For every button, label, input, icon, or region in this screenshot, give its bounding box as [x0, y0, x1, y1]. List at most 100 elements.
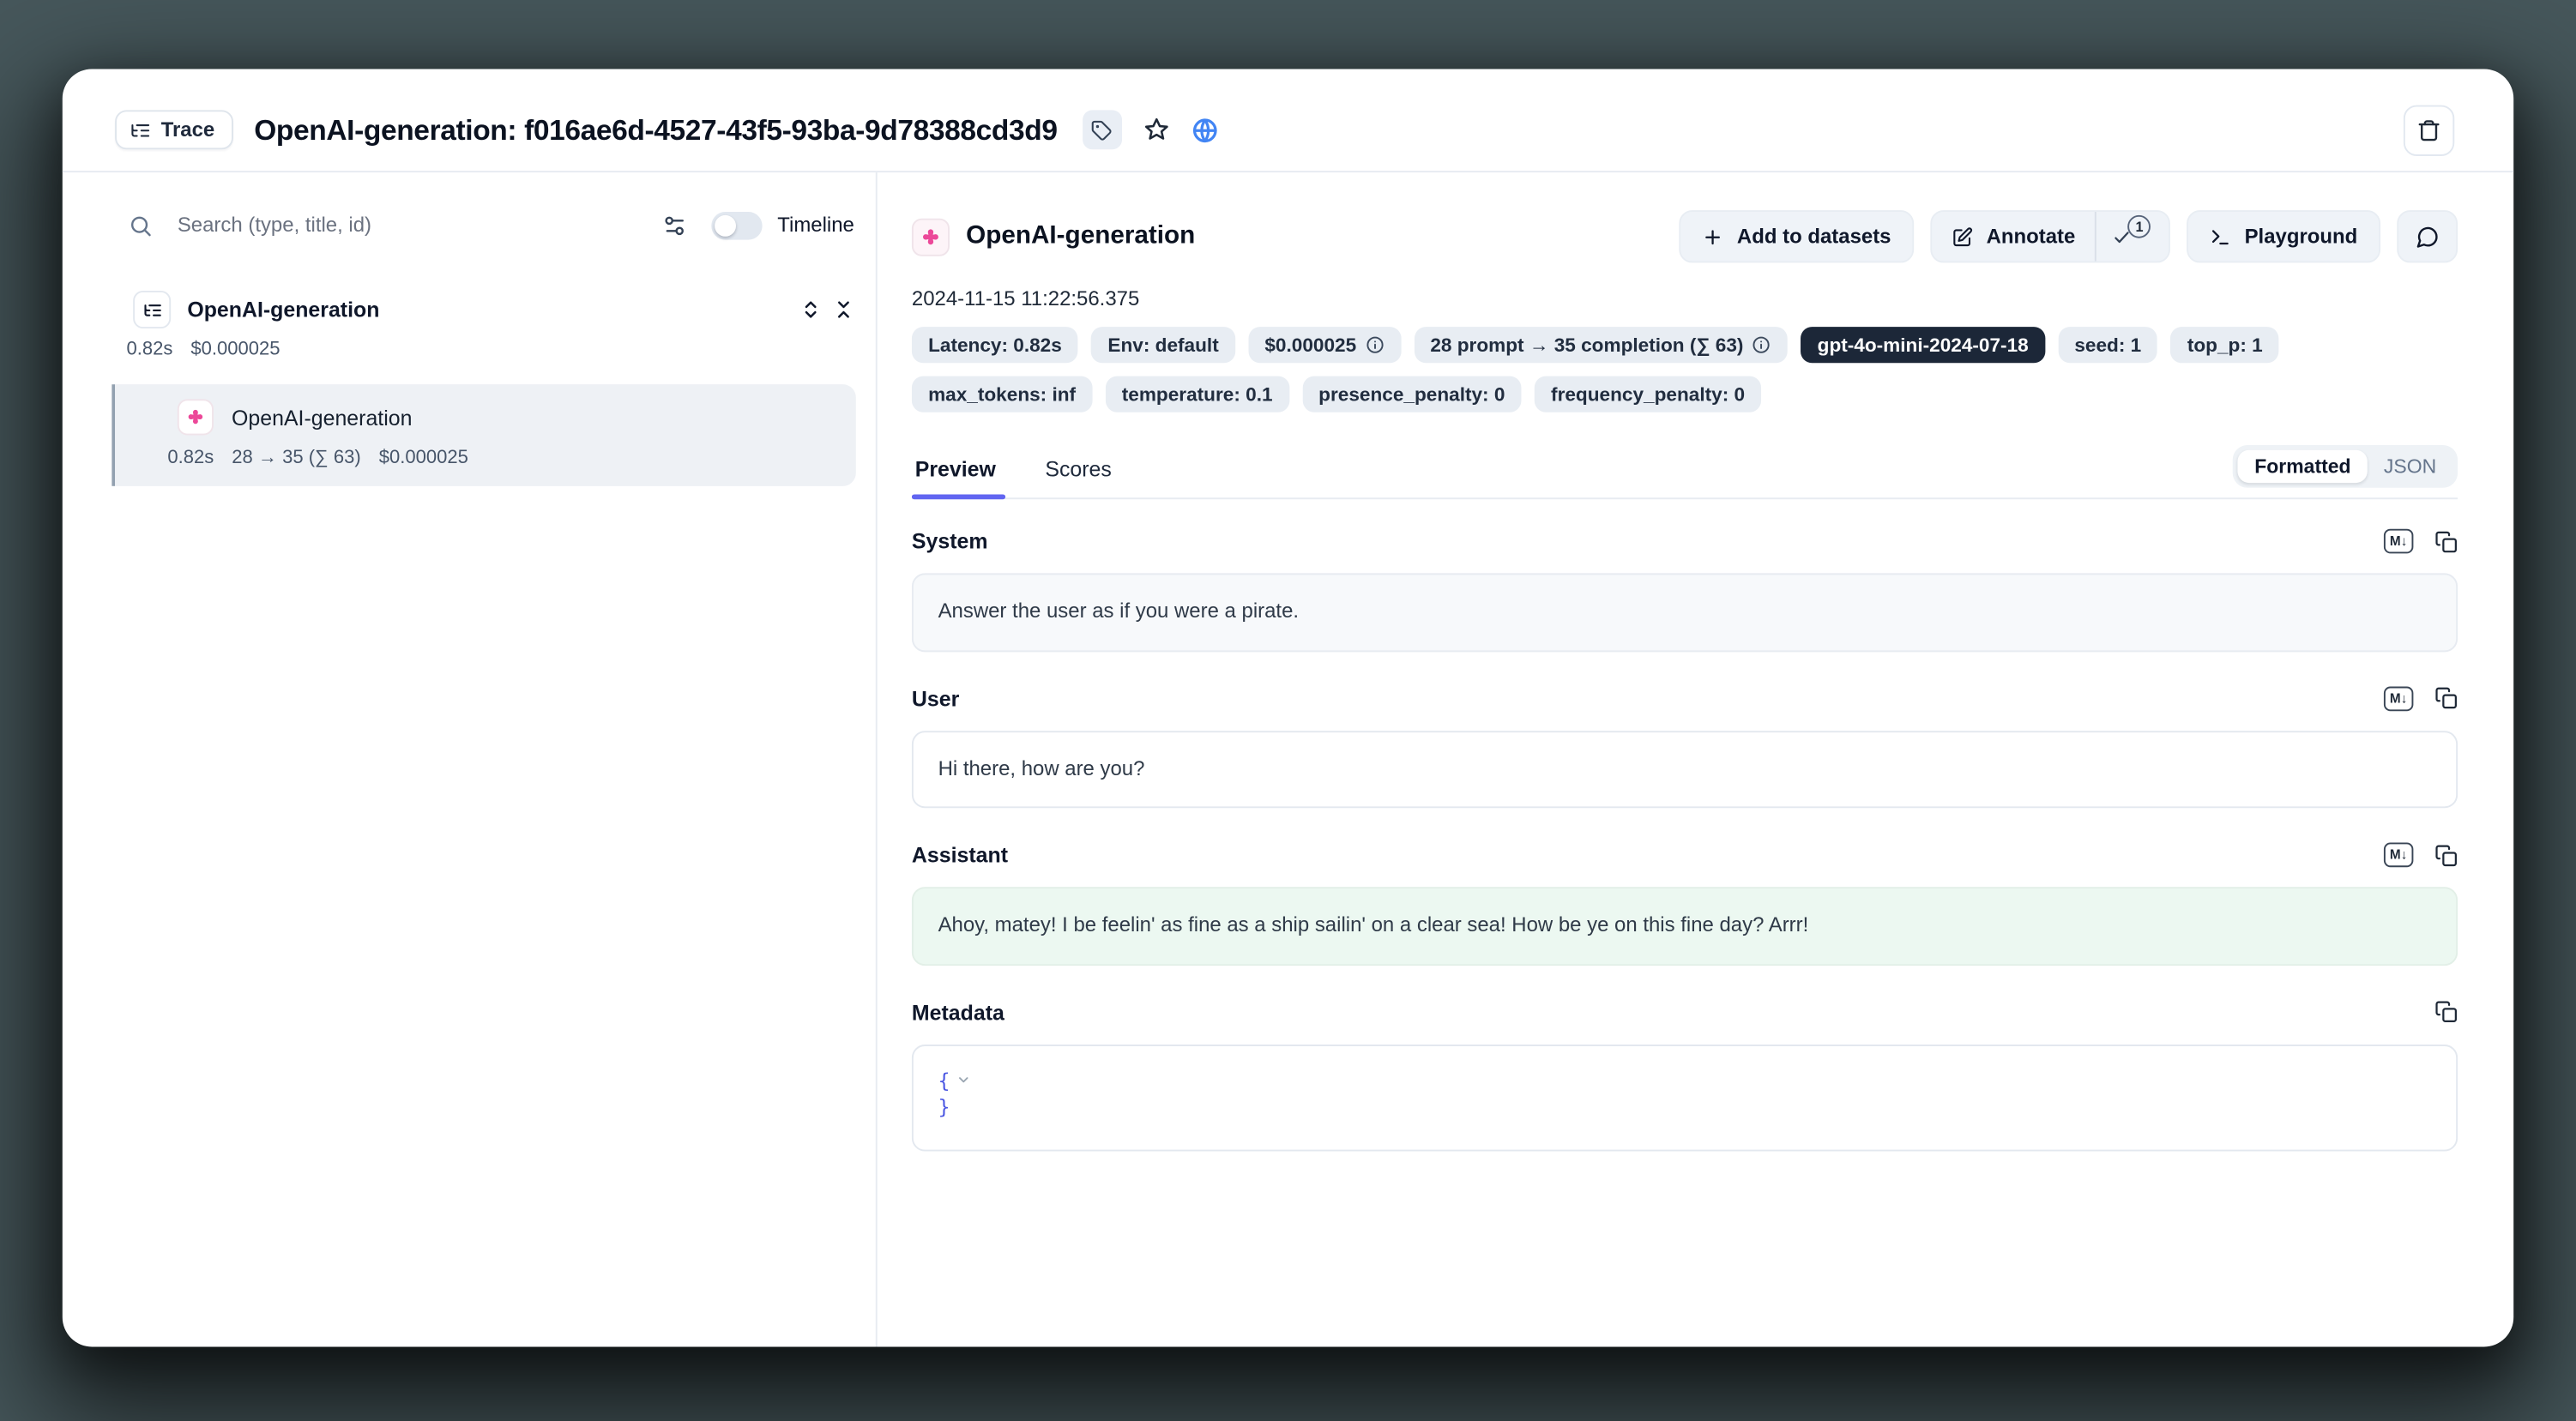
badges-row-1: Latency: 0.82s Env: default $0.000025 28…	[912, 327, 2458, 363]
list-tree-icon	[142, 300, 162, 320]
observation-title: OpenAI-generation	[966, 222, 1195, 251]
tab-preview[interactable]: Preview	[912, 440, 999, 497]
model-badge[interactable]: gpt-4o-mini-2024-07-18	[1801, 327, 2044, 363]
observation-title-row: OpenAI-generation Add to datasets	[912, 210, 2458, 262]
tree-root-meta: 0.82s $0.000025	[63, 340, 854, 359]
annotation-count-badge: 1	[2128, 215, 2151, 238]
metadata-section-head: Metadata	[912, 999, 2458, 1024]
open-brace: {	[938, 1067, 950, 1094]
info-icon	[1752, 335, 1771, 355]
timeline-toggle[interactable]	[712, 211, 763, 239]
pencil-square-icon	[1952, 226, 1973, 247]
latency-badge: Latency: 0.82s	[912, 327, 1078, 363]
env-badge: Env: default	[1091, 327, 1235, 363]
generation-node-iconbox	[178, 399, 214, 435]
page-title: OpenAI-generation: f016ae6d-4527-43f5-93…	[254, 112, 1057, 147]
globe-icon	[1191, 116, 1219, 144]
top-p-badge: top_p: 1	[2171, 327, 2279, 363]
badges-row-2: max_tokens: inf temperature: 0.1 presenc…	[912, 376, 2458, 412]
tree-root-label: OpenAI-generation	[187, 298, 379, 322]
annotation-queue-dropdown[interactable]: 1	[2096, 212, 2169, 261]
comments-button[interactable]	[2397, 210, 2458, 262]
system-label: System	[912, 529, 988, 554]
tree-search-row: Search (type, title, id) Timeline	[63, 192, 876, 258]
json-open-line[interactable]: {	[938, 1067, 2432, 1094]
tree-child-label: OpenAI-generation	[232, 405, 412, 430]
token-usage-badge[interactable]: 28 prompt → 35 completion (∑ 63)	[1414, 327, 1788, 363]
root-cost: $0.000025	[190, 340, 280, 359]
star-icon	[1143, 117, 1169, 143]
chevron-down-icon	[956, 1073, 971, 1087]
copy-icon[interactable]	[2434, 687, 2458, 710]
child-cost: $0.000025	[379, 449, 468, 468]
trace-badge-label: Trace	[161, 118, 215, 141]
plus-icon	[1703, 226, 1724, 247]
tree-tools	[800, 299, 854, 321]
markdown-toggle-icon[interactable]: M↓	[2384, 686, 2413, 711]
seed-badge: seed: 1	[2058, 327, 2157, 363]
observation-timestamp: 2024-11-15 11:22:56.375	[912, 287, 2458, 310]
generation-sparkle-icon	[920, 226, 942, 247]
action-buttons: Add to datasets Annotate	[1680, 210, 2458, 262]
trace-type-badge: Trace	[115, 110, 232, 149]
tabs-row: Preview Scores Formatted JSON	[912, 440, 2458, 499]
assistant-label: Assistant	[912, 842, 1008, 867]
assistant-message-box: Ahoy, matey! I be feelin' as fine as a s…	[912, 887, 2458, 965]
user-message-box: Hi there, how are you?	[912, 730, 2458, 808]
annotate-button-group: Annotate 1	[1930, 210, 2170, 262]
frequency-penalty-badge: frequency_penalty: 0	[1535, 376, 1761, 412]
expand-all-icon[interactable]	[800, 299, 822, 321]
add-to-datasets-button[interactable]: Add to datasets	[1680, 210, 1914, 262]
trace-tree-sidebar: Search (type, title, id) Timeline	[63, 172, 878, 1346]
annotate-button[interactable]: Annotate	[1932, 212, 2095, 261]
user-section: User M↓ Hi there, how are you?	[912, 686, 2458, 809]
user-section-head: User M↓	[912, 686, 2458, 711]
tags-button[interactable]	[1082, 110, 1121, 149]
delete-trace-button[interactable]	[2404, 105, 2454, 155]
close-brace: }	[938, 1094, 950, 1122]
copy-icon[interactable]	[2434, 530, 2458, 553]
list-tree-icon	[130, 119, 151, 141]
user-label: User	[912, 686, 959, 711]
search-icon	[128, 213, 153, 238]
generation-sparkle-icon	[185, 407, 205, 427]
tree-child-meta: 0.82s 28 → 35 (∑ 63) $0.000025	[167, 449, 839, 468]
copy-icon[interactable]	[2434, 1000, 2458, 1023]
collapse-all-icon[interactable]	[833, 299, 854, 321]
stage: Trace OpenAI-generation: f016ae6d-4527-4…	[0, 0, 2576, 1421]
tab-scores[interactable]: Scores	[1042, 440, 1115, 497]
system-section-head: System M↓	[912, 529, 2458, 554]
presence-penalty-badge: presence_penalty: 0	[1302, 376, 1522, 412]
view-settings-icon[interactable]	[662, 213, 687, 238]
tree-child-row-selected[interactable]: OpenAI-generation 0.82s 28 → 35 (∑ 63) $…	[112, 384, 856, 486]
bookmark-star-button[interactable]	[1143, 117, 1169, 143]
tree-root-row[interactable]: OpenAI-generation	[63, 291, 854, 328]
trace-node-iconbox	[133, 291, 171, 328]
json-close-line: }	[938, 1094, 2432, 1122]
public-share-button[interactable]	[1191, 116, 1219, 144]
playground-label: Playground	[2245, 225, 2358, 248]
metadata-json-box: { }	[912, 1044, 2458, 1152]
child-duration: 0.82s	[167, 449, 214, 468]
observation-detail-panel: OpenAI-generation Add to datasets	[878, 172, 2514, 1346]
copy-icon[interactable]	[2434, 843, 2458, 866]
window-header: Trace OpenAI-generation: f016ae6d-4527-4…	[63, 69, 2513, 172]
markdown-toggle-icon[interactable]: M↓	[2384, 529, 2413, 554]
formatted-segment[interactable]: Formatted	[2238, 449, 2368, 482]
format-segmented-control: Formatted JSON	[2233, 444, 2458, 487]
search-input[interactable]: Search (type, title, id)	[178, 214, 662, 237]
metadata-section: Metadata {	[912, 999, 2458, 1151]
message-sections: System M↓ Answer the user as if you were…	[912, 529, 2458, 1152]
playground-button[interactable]: Playground	[2187, 210, 2381, 262]
temperature-badge: temperature: 0.1	[1106, 376, 1289, 412]
markdown-toggle-icon[interactable]: M↓	[2384, 842, 2413, 867]
toggle-knob	[715, 214, 737, 236]
add-to-datasets-label: Add to datasets	[1737, 225, 1891, 248]
trace-tree: OpenAI-generation 0.82s $0.000025	[63, 291, 876, 486]
child-tokens: 28 → 35 (∑ 63)	[232, 449, 360, 468]
json-segment[interactable]: JSON	[2368, 449, 2453, 482]
info-icon	[1365, 335, 1385, 355]
terminal-icon	[2210, 226, 2231, 247]
cost-badge[interactable]: $0.000025	[1248, 327, 1401, 363]
assistant-section: Assistant M↓ Ahoy, matey! I be feelin' a…	[912, 842, 2458, 965]
